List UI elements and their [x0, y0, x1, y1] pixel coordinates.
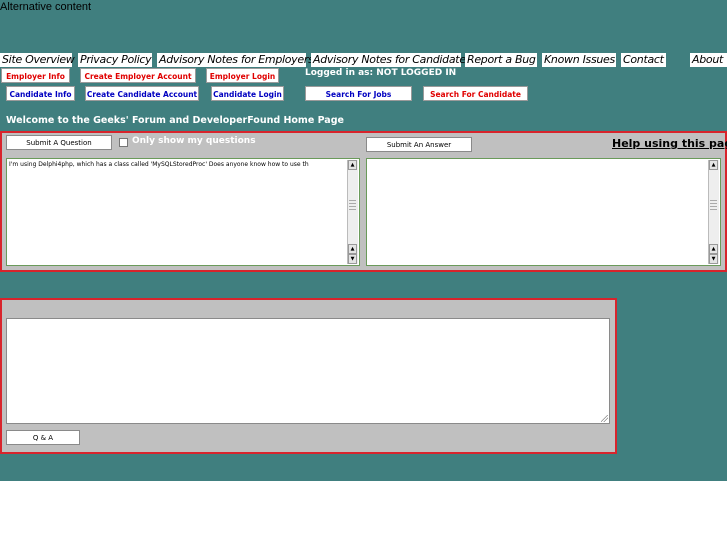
scroll-up-icon[interactable]: ▲	[348, 160, 357, 170]
question-list[interactable]: I'm using Delphi4php, which has a class …	[6, 158, 360, 266]
alternative-content-text: Alternative content	[0, 1, 92, 13]
qa-button[interactable]: Q & A	[6, 430, 80, 445]
nav-known-issues[interactable]: Known Issues	[542, 53, 616, 67]
submit-question-button[interactable]: Submit A Question	[6, 135, 112, 150]
employer-login-button[interactable]: Employer Login	[206, 68, 279, 83]
welcome-heading: Welcome to the Geeks' Forum and Develope…	[6, 115, 344, 126]
nav-contact[interactable]: Contact	[621, 53, 666, 67]
scroll-grip-icon[interactable]	[349, 200, 356, 210]
scroll-up-icon[interactable]: ▲	[709, 160, 718, 170]
answer-list[interactable]: ▲ ▲ ▼	[366, 158, 721, 266]
scroll-up-icon[interactable]: ▲	[348, 244, 357, 254]
nav-advisory-employers[interactable]: Advisory Notes for Employers	[157, 53, 314, 67]
login-status: Logged in as: NOT LOGGED IN	[305, 68, 457, 78]
only-my-questions-checkbox[interactable]	[119, 138, 128, 147]
search-candidate-button[interactable]: Search For Candidate	[423, 86, 528, 101]
only-my-questions-label: Only show my questions	[132, 136, 256, 146]
employer-info-button[interactable]: Employer Info	[1, 68, 70, 83]
nav-report-bug[interactable]: Report a Bug	[465, 53, 537, 67]
question-scrollbar[interactable]: ▲ ▲ ▼	[347, 160, 358, 264]
scroll-down-icon[interactable]: ▼	[348, 254, 357, 264]
nav-about[interactable]: About	[690, 53, 727, 67]
nav-site-overview[interactable]: Site Overview	[0, 53, 75, 67]
nav-privacy-policy[interactable]: Privacy Policy	[78, 53, 152, 67]
scroll-up-icon[interactable]: ▲	[709, 244, 718, 254]
help-link[interactable]: Help using this page	[612, 137, 727, 150]
question-list-item[interactable]: I'm using Delphi4php, which has a class …	[9, 161, 309, 168]
candidate-info-button[interactable]: Candidate Info	[6, 86, 75, 101]
candidate-login-button[interactable]: Candidate Login	[211, 86, 284, 101]
qa-textarea[interactable]	[6, 318, 610, 424]
scroll-down-icon[interactable]: ▼	[709, 254, 718, 264]
scroll-grip-icon[interactable]	[710, 200, 717, 210]
nav-advisory-candidates[interactable]: Advisory Notes for Candidates	[311, 53, 472, 67]
resize-handle-icon[interactable]	[601, 415, 608, 422]
answer-scrollbar[interactable]: ▲ ▲ ▼	[708, 160, 719, 264]
create-employer-account-button[interactable]: Create Employer Account	[80, 68, 196, 83]
submit-answer-button[interactable]: Submit An Answer	[366, 137, 472, 152]
search-jobs-button[interactable]: Search For Jobs	[305, 86, 412, 101]
create-candidate-account-button[interactable]: Create Candidate Account	[85, 86, 199, 101]
page-background: Alternative content Site Overview Privac…	[0, 0, 727, 481]
